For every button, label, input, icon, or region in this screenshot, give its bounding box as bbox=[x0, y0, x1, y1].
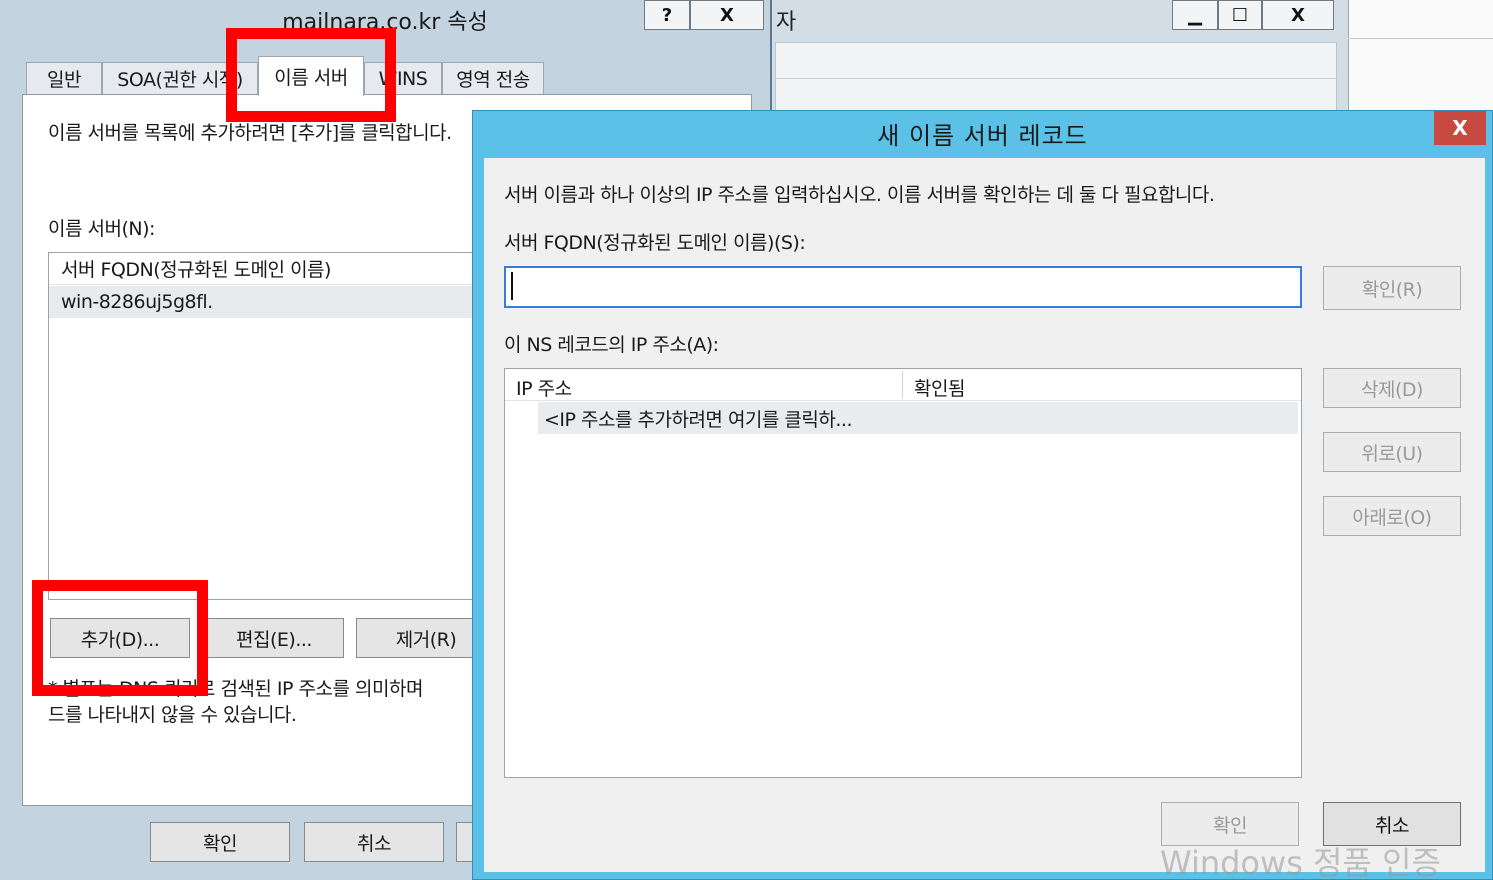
name-servers-label: 이름 서버(N): bbox=[48, 218, 155, 240]
column-divider[interactable] bbox=[902, 371, 903, 399]
column-header-fqdn: 서버 FQDN(정규화된 도메인 이름) bbox=[61, 259, 331, 281]
ip-address-label: 이 NS 레코드의 IP 주소(A): bbox=[504, 334, 719, 356]
tab-general[interactable]: 일반 bbox=[26, 62, 102, 94]
properties-cancel-button[interactable]: 취소 bbox=[304, 822, 444, 862]
highlight-box-add-button bbox=[32, 580, 208, 696]
ip-table-header bbox=[505, 369, 1301, 401]
minimize-button[interactable]: ▁ bbox=[1172, 0, 1218, 30]
text-cursor bbox=[511, 272, 513, 300]
activation-watermark: Windows 정품 인증 bbox=[1160, 844, 1441, 880]
fqdn-input[interactable] bbox=[504, 266, 1302, 308]
background-close-button[interactable]: X bbox=[1262, 0, 1334, 30]
note-text-line2: 드를 나타내지 않을 수 있습니다. bbox=[48, 704, 297, 726]
list-item-label: win-8286uj5g8fl. bbox=[61, 291, 213, 313]
column-header-validated[interactable]: 확인됨 bbox=[914, 374, 965, 401]
maximize-button[interactable]: ☐ bbox=[1218, 0, 1262, 30]
list-column-header[interactable]: 서버 FQDN(정규화된 도메인 이름) bbox=[49, 253, 487, 285]
tab-zone-transfers[interactable]: 영역 전송 bbox=[442, 62, 544, 94]
background-divider bbox=[775, 78, 1337, 79]
resolve-button[interactable]: 확인(R) bbox=[1323, 266, 1461, 310]
ip-placeholder-text: <IP 주소를 추가하려면 여기를 클릭하... bbox=[544, 408, 852, 431]
fqdn-label: 서버 FQDN(정규화된 도메인 이름)(S): bbox=[504, 232, 806, 254]
close-icon[interactable]: X bbox=[1434, 111, 1486, 145]
edit-button[interactable]: 편집(E)... bbox=[204, 618, 344, 658]
column-header-ip[interactable]: IP 주소 bbox=[516, 374, 572, 401]
properties-ok-button[interactable]: 확인 bbox=[150, 822, 290, 862]
dialog-description: 서버 이름과 하나 이상의 IP 주소를 입력하십시오. 이름 서버를 확인하는… bbox=[504, 184, 1215, 206]
move-up-button[interactable]: 위로(U) bbox=[1323, 432, 1461, 472]
background-window-title: 자 bbox=[776, 10, 797, 35]
move-down-button[interactable]: 아래로(O) bbox=[1323, 496, 1461, 536]
instruction-text: 이름 서버를 목록에 추가하려면 [추가]를 클릭합니다. bbox=[48, 122, 452, 144]
background-divider-right bbox=[1348, 38, 1493, 39]
delete-button[interactable]: 삭제(D) bbox=[1323, 368, 1461, 408]
properties-close-button[interactable]: X bbox=[690, 0, 764, 30]
list-item[interactable]: win-8286uj5g8fl. bbox=[49, 286, 487, 318]
ip-placeholder-row[interactable]: <IP 주소를 추가하려면 여기를 클릭하... bbox=[538, 402, 1298, 434]
help-button[interactable]: ? bbox=[644, 0, 690, 30]
highlight-box-name-servers-tab bbox=[226, 28, 396, 122]
new-ns-record-dialog-title: 새 이름 서버 레코드 bbox=[877, 122, 1088, 150]
